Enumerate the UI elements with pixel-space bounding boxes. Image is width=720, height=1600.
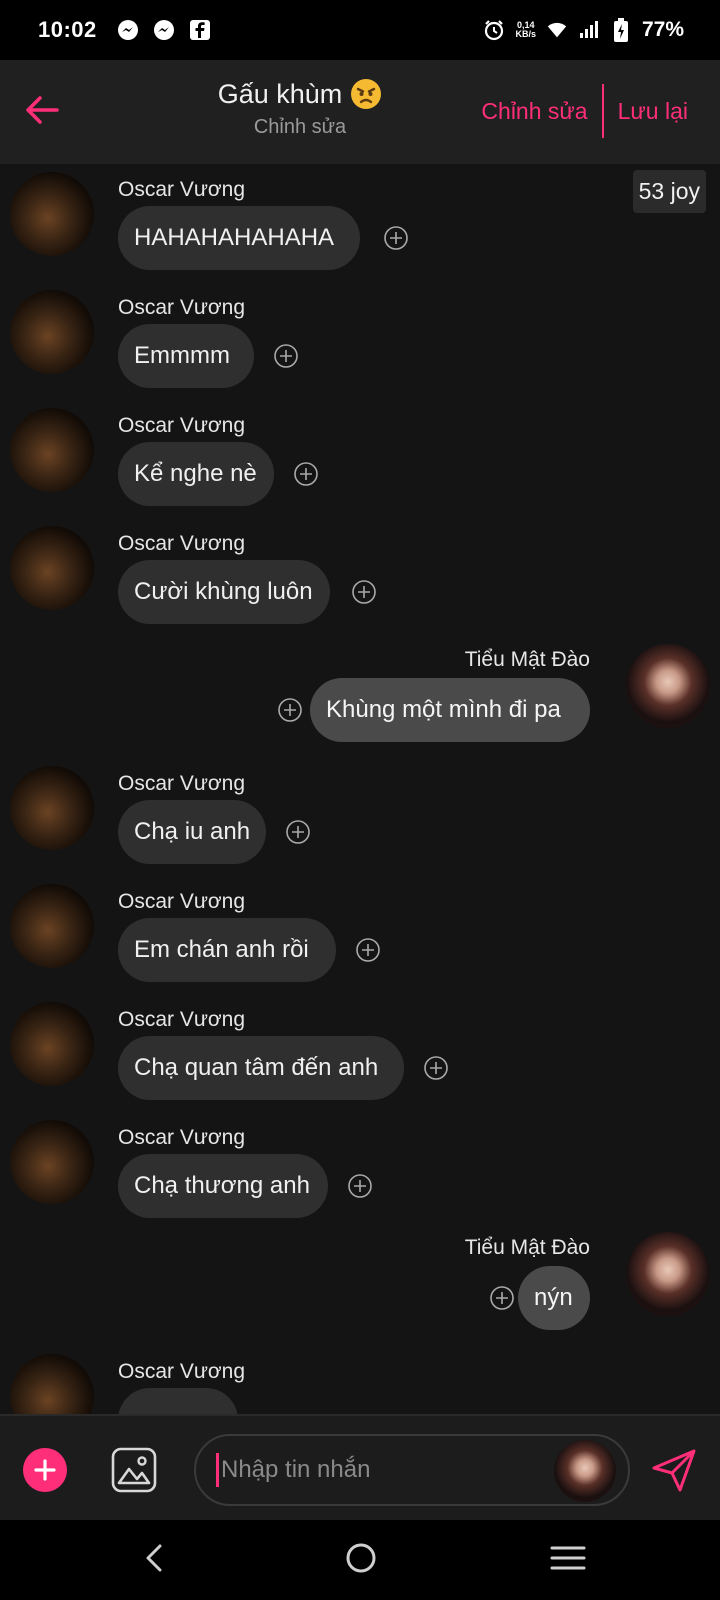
back-arrow-icon[interactable] [22, 90, 62, 130]
sender-name: Oscar Vương [118, 178, 246, 201]
avatar[interactable] [626, 644, 710, 728]
sender-name: Oscar Vương [118, 414, 246, 437]
add-reaction-icon[interactable] [286, 820, 310, 844]
add-reaction-icon[interactable] [352, 580, 376, 604]
chat-list[interactable]: 53 joy Oscar Vương HAHAHAHAHAHA Oscar Vư… [0, 164, 720, 1414]
send-icon[interactable] [650, 1446, 698, 1494]
joy-badge: 53 joy [632, 170, 706, 213]
message-bubble[interactable]: Chạ quan tâm đến anh [118, 1036, 404, 1100]
sender-name: Oscar Vương [118, 1008, 246, 1031]
composer-bar: Nhập tin nhắn [0, 1414, 720, 1520]
avatar[interactable] [10, 408, 94, 492]
message-bubble[interactable] [118, 1388, 238, 1414]
avatar[interactable] [10, 1002, 94, 1086]
nav-menu-icon[interactable] [548, 1540, 588, 1576]
avatar[interactable] [10, 884, 94, 968]
add-reaction-icon[interactable] [356, 938, 380, 962]
message-bubble[interactable]: Khùng một mình đi pa [310, 678, 590, 742]
sender-name: Oscar Vương [118, 1360, 246, 1383]
add-reaction-icon[interactable] [294, 462, 318, 486]
sender-name: Oscar Vương [118, 772, 246, 795]
add-reaction-icon[interactable] [274, 344, 298, 368]
avatar[interactable] [626, 1232, 710, 1316]
avatar[interactable] [10, 526, 94, 610]
message-bubble[interactable]: Cười khùng luôn [118, 560, 330, 624]
add-reaction-icon[interactable] [384, 226, 408, 250]
message-bubble[interactable]: Emmmm [118, 324, 254, 388]
net-speed: 0,14 KB/s [515, 20, 536, 39]
image-gallery-icon[interactable] [111, 1447, 157, 1493]
nav-home-icon[interactable] [343, 1540, 379, 1576]
angry-face-icon [350, 78, 382, 110]
add-reaction-icon[interactable] [424, 1056, 448, 1080]
signal-icon [578, 19, 600, 41]
title-block[interactable]: Gấu khùm Chỉnh sửa [150, 78, 450, 139]
message-bubble[interactable]: Kể nghe nè [118, 442, 274, 506]
message-input-placeholder: Nhập tin nhắn [221, 1456, 371, 1483]
add-reaction-icon[interactable] [348, 1174, 372, 1198]
avatar[interactable] [10, 172, 94, 256]
avatar[interactable] [10, 766, 94, 850]
add-reaction-icon[interactable] [490, 1286, 514, 1310]
messenger-icon [117, 19, 139, 41]
add-reaction-icon[interactable] [278, 698, 302, 722]
status-bar: 10:02 0,14 KB/s 77% [0, 0, 720, 60]
messenger-icon [153, 19, 175, 41]
add-attachment-button[interactable] [23, 1448, 67, 1492]
sender-name: Oscar Vương [118, 1126, 246, 1149]
sender-name: Oscar Vương [118, 890, 246, 913]
facebook-icon [189, 19, 211, 41]
sender-name: Oscar Vương [118, 532, 246, 555]
sender-name: Tiểu Mật Đào [464, 648, 590, 671]
battery-charging-icon [610, 18, 632, 42]
message-bubble[interactable]: nýn [518, 1266, 590, 1330]
save-button[interactable]: Lưu lại [604, 98, 702, 125]
battery-percent: 77% [641, 18, 684, 41]
nav-back-icon[interactable] [138, 1540, 174, 1576]
status-time: 10:02 [38, 17, 97, 42]
chat-header: Gấu khùm Chỉnh sửa Chỉnh sửa Lưu lại [0, 60, 720, 164]
avatar[interactable] [10, 1354, 94, 1414]
text-caret [216, 1453, 219, 1487]
wifi-icon [546, 19, 568, 41]
system-nav-bar [0, 1520, 720, 1600]
chat-title: Gấu khùm [217, 78, 343, 109]
chat-subtitle: Chỉnh sửa [253, 116, 347, 138]
sticker-avatar-button[interactable] [554, 1440, 616, 1502]
avatar[interactable] [10, 1120, 94, 1204]
message-input[interactable]: Nhập tin nhắn [194, 1434, 630, 1506]
message-bubble[interactable]: Chạ thương anh [118, 1154, 328, 1218]
avatar[interactable] [10, 290, 94, 374]
alarm-icon [483, 19, 505, 41]
edit-button[interactable]: Chỉnh sửa [467, 98, 601, 125]
message-bubble[interactable]: Chạ iu anh [118, 800, 266, 864]
message-bubble[interactable]: HAHAHAHAHAHA [118, 206, 360, 270]
plus-icon [34, 1459, 56, 1481]
sender-name: Tiểu Mật Đào [464, 1236, 590, 1259]
sender-name: Oscar Vương [118, 296, 246, 319]
message-bubble[interactable]: Em chán anh rồi [118, 918, 336, 982]
